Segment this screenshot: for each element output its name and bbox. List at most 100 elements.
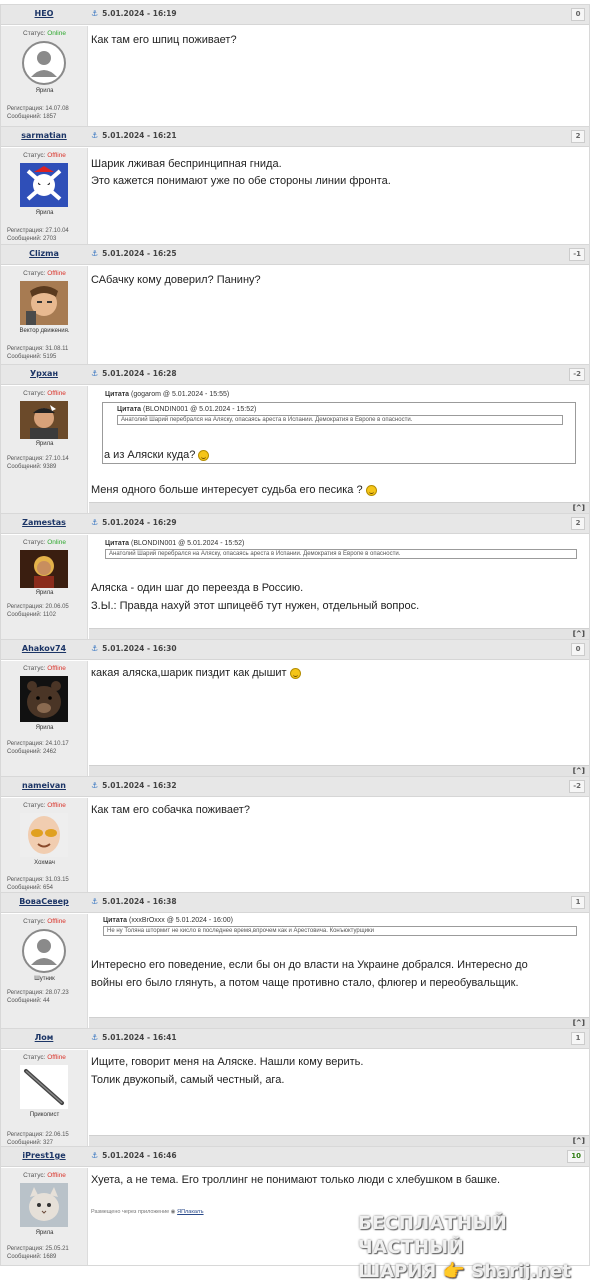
post-date: ⚓ 5.01.2024 - 16:30 — [91, 644, 177, 653]
message-count: Сообщений: 5195 — [7, 354, 57, 360]
avatar[interactable] — [20, 163, 68, 207]
author-nick[interactable]: Ahakov74 — [1, 644, 87, 653]
smile-icon — [289, 667, 301, 679]
user-stats: Регистрация: 24.10.17 Сообщений: 2462 — [7, 740, 69, 756]
avatar[interactable] — [20, 1065, 68, 1109]
post-date-text: 5.01.2024 - 16:29 — [102, 518, 177, 527]
message-count: Сообщений: 1102 — [7, 612, 56, 618]
post-text-line: Толик двужопый, самый честный, ага. — [91, 1074, 285, 1086]
author-nick[interactable]: Clizma — [1, 249, 87, 258]
avatar[interactable] — [20, 281, 68, 325]
scroll-top-link[interactable]: [^] — [573, 767, 585, 775]
author-nick[interactable]: ВоваСевер — [1, 897, 87, 906]
user-rank: Ярила — [35, 441, 54, 447]
author-nick[interactable]: iPrest1ge — [1, 1151, 87, 1160]
avatar[interactable] — [20, 676, 68, 722]
author-nick[interactable]: НЕО — [1, 9, 87, 18]
avatar[interactable] — [20, 929, 68, 973]
status-label: Статус: — [23, 539, 46, 546]
author-nick[interactable]: sarmatian — [1, 131, 87, 140]
post-footer: [^] — [89, 765, 589, 776]
user-rank: Хохмач — [34, 860, 55, 866]
avatar[interactable] — [20, 813, 68, 857]
anchor-icon[interactable]: ⚓ — [91, 644, 98, 653]
user-info: Статус: Offline Хохмач Регистрация: 31.0… — [1, 798, 88, 892]
status-value: Offline — [47, 1172, 66, 1179]
user-info: Статус: Online Ярила Регистрация: 14.07.… — [1, 26, 88, 126]
message-count: Сообщений: 1689 — [7, 1254, 57, 1260]
status-value: Online — [47, 539, 66, 546]
post-body: Шарик лживая беспринципная гнида. Это ка… — [89, 148, 589, 244]
registration-date: Регистрация: 27.10.14 — [7, 456, 69, 462]
post-footer: [^] — [89, 628, 589, 639]
anchor-icon[interactable]: ⚓ — [91, 131, 98, 140]
post-date-text: 5.01.2024 - 16:21 — [102, 131, 177, 140]
post-date: ⚓ 5.01.2024 - 16:29 — [91, 518, 177, 527]
rating-badge[interactable]: 1 — [571, 1032, 585, 1045]
post-header: ВоваСевер ⚓ 5.01.2024 - 16:38 1 — [1, 893, 589, 913]
rating-badge[interactable]: 2 — [571, 130, 585, 143]
anchor-icon[interactable]: ⚓ — [91, 897, 98, 906]
user-stats: Регистрация: 28.07.23 Сообщений: 44 — [7, 989, 69, 1005]
quote-meta: (BLONDIN001 @ 5.01.2024 - 15:52) — [143, 406, 257, 413]
user-info: Статус: Offline Ярила Регистрация: 27.10… — [1, 148, 88, 244]
avatar[interactable] — [20, 1183, 68, 1227]
quote-header: Цитата (xxxBrOxxx @ 5.01.2024 - 16:00) — [103, 917, 577, 924]
user-status: Статус: Offline — [1, 802, 88, 809]
post-header: Ahakov74 ⚓ 5.01.2024 - 16:30 0 — [1, 640, 589, 660]
rating-badge[interactable]: -1 — [569, 248, 585, 261]
rating-badge[interactable]: 0 — [571, 643, 585, 656]
quote-label: Цитата — [105, 391, 130, 398]
anchor-icon[interactable]: ⚓ — [91, 1151, 98, 1160]
user-stats: Регистрация: 20.06.05 Сообщений: 1102 — [7, 603, 69, 619]
avatar[interactable] — [20, 401, 68, 439]
post-header: iPrest1ge ⚓ 5.01.2024 - 16:46 10 — [1, 1147, 589, 1167]
author-nick[interactable]: Лом — [1, 1033, 87, 1042]
post-date: ⚓ 5.01.2024 - 16:19 — [91, 9, 177, 18]
avatar[interactable] — [20, 41, 68, 85]
author-nick[interactable]: Zamestas — [1, 518, 87, 527]
post-footer: [^] — [89, 1135, 589, 1146]
rating-badge[interactable]: 2 — [571, 517, 585, 530]
post-body: САбачку кому доверил? Панину? — [89, 266, 589, 364]
anchor-icon[interactable]: ⚓ — [91, 518, 98, 527]
author-nick[interactable]: nameivan — [1, 781, 87, 790]
scroll-top-link[interactable]: [^] — [573, 630, 585, 638]
rating-badge[interactable]: -2 — [569, 368, 585, 381]
post-footer: [^] — [89, 1017, 589, 1028]
user-status: Статус: Offline — [1, 1172, 88, 1179]
forum-post: nameivan ⚓ 5.01.2024 - 16:32 -2 Статус: O… — [0, 777, 590, 893]
anchor-icon[interactable]: ⚓ — [91, 249, 98, 258]
scroll-top-link[interactable]: [^] — [573, 1137, 585, 1145]
anchor-icon[interactable]: ⚓ — [91, 1033, 98, 1042]
scroll-top-link[interactable]: [^] — [573, 504, 585, 512]
rating-badge[interactable]: 1 — [571, 896, 585, 909]
user-status: Статус: Offline — [1, 1054, 88, 1061]
quote-label: Цитата — [103, 917, 128, 924]
post-body: Как там его собачка поживает? — [89, 798, 589, 892]
scroll-top-link[interactable]: [^] — [573, 1019, 585, 1027]
post-text-line: Аляска - один шаг до переезда в Россию. — [91, 582, 304, 594]
post-date: ⚓ 5.01.2024 - 16:28 — [91, 369, 177, 378]
post-body: Цитата (gogarom @ 5.01.2024 - 15:55) Цит… — [89, 386, 589, 513]
watermark-line1: БЕСПЛАТНЫЙ ЧАСТНЫЙ — [358, 1213, 508, 1258]
anchor-icon[interactable]: ⚓ — [91, 781, 98, 790]
rating-badge[interactable]: 10 — [567, 1150, 585, 1163]
quote: Цитата (BLONDIN001 @ 5.01.2024 - 15:52) … — [105, 540, 577, 559]
avatar[interactable] — [20, 550, 68, 588]
post-date: ⚓ 5.01.2024 - 16:32 — [91, 781, 177, 790]
quote-header: Цитата (BLONDIN001 @ 5.01.2024 - 15:52) — [105, 540, 577, 547]
anchor-icon[interactable]: ⚓ — [91, 9, 98, 18]
registration-date: Регистрация: 27.10.04 — [7, 228, 69, 234]
post-body: Цитата (BLONDIN001 @ 5.01.2024 - 15:52) … — [89, 535, 589, 639]
app-link-name[interactable]: ЯПлакалъ — [177, 1209, 203, 1215]
registration-date: Регистрация: 31.08.11 — [7, 346, 69, 352]
post-date: ⚓ 5.01.2024 - 16:38 — [91, 897, 177, 906]
post-body: Как там его шпиц поживает? — [89, 26, 589, 126]
anchor-icon[interactable]: ⚓ — [91, 369, 98, 378]
status-value: Offline — [47, 390, 66, 397]
rating-badge[interactable]: 0 — [571, 8, 585, 21]
message-count: Сообщений: 2703 — [7, 236, 57, 242]
author-nick[interactable]: Урхан — [1, 369, 87, 378]
rating-badge[interactable]: -2 — [569, 780, 585, 793]
